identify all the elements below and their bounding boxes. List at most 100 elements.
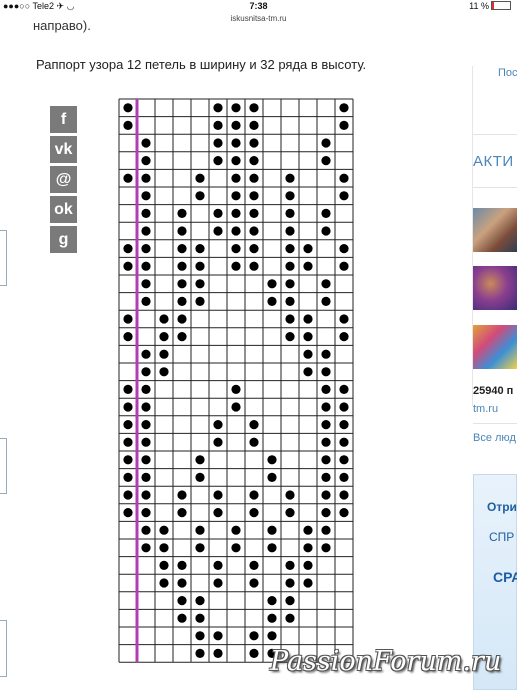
stitch-dot	[249, 437, 259, 447]
stitch-dot	[321, 508, 331, 518]
stitch-dot	[213, 120, 223, 130]
stitch-dot	[159, 525, 169, 535]
stitch-dot	[285, 279, 295, 289]
stitch-dot	[141, 490, 151, 500]
stitch-dot	[321, 296, 331, 306]
facebook-icon[interactable]: f	[50, 106, 77, 133]
stitch-dot	[339, 244, 349, 254]
stitch-dot	[141, 543, 151, 553]
stitch-dot	[303, 525, 313, 535]
battery-indicator: 11 %	[469, 1, 511, 11]
stitch-dot	[123, 314, 133, 324]
stitch-dot	[285, 244, 295, 254]
stitch-dot	[159, 332, 169, 342]
stitch-dot	[303, 578, 313, 588]
stitch-dot	[141, 208, 151, 218]
stitch-dot	[195, 279, 205, 289]
left-edge-fragment	[0, 438, 7, 494]
stitch-dot	[231, 525, 241, 535]
mail-icon[interactable]: @	[50, 166, 77, 193]
battery-icon	[491, 1, 511, 10]
stitch-dot	[177, 244, 187, 254]
stitch-dot	[123, 244, 133, 254]
stitch-dot	[141, 279, 151, 289]
stitch-dot	[141, 402, 151, 412]
stitch-dot	[141, 437, 151, 447]
stitch-dot	[159, 314, 169, 324]
stitch-dot	[285, 208, 295, 218]
stitch-dot	[177, 296, 187, 306]
stitch-dot	[321, 437, 331, 447]
all-people-link[interactable]: Все люд	[473, 432, 516, 444]
divider	[473, 187, 517, 188]
rapport-description: Раппорт узора 12 петель в ширину и 32 ря…	[36, 57, 367, 72]
stitch-dot	[267, 543, 277, 553]
site-link[interactable]: tm.ru	[473, 403, 498, 415]
avatar[interactable]	[473, 325, 517, 369]
stitch-dot	[303, 314, 313, 324]
stitch-dot	[123, 120, 133, 130]
stitch-dot	[141, 472, 151, 482]
stitch-dot	[339, 420, 349, 430]
stitch-dot	[195, 472, 205, 482]
stitch-dot	[123, 173, 133, 183]
status-bar: ●●●○○ Tele2 ✈ ◡ 7:38 11 %	[0, 0, 517, 14]
stitch-dot	[303, 349, 313, 359]
stitch-dot	[321, 543, 331, 553]
stitch-dot	[195, 261, 205, 271]
stitch-dot	[141, 244, 151, 254]
stitch-dot	[303, 560, 313, 570]
stitch-dot	[321, 138, 331, 148]
stitch-dot	[231, 402, 241, 412]
stitch-dot	[213, 490, 223, 500]
stitch-dot	[249, 173, 259, 183]
stitch-dot	[249, 490, 259, 500]
stitch-dot	[159, 560, 169, 570]
stitch-dot	[231, 138, 241, 148]
members-count: 25940 п	[473, 385, 514, 397]
stitch-dot	[141, 226, 151, 236]
stitch-dot	[159, 349, 169, 359]
knitting-chart: 3231302928272625242322212019181716151413…	[118, 98, 354, 663]
stitch-dot	[141, 349, 151, 359]
stitch-dot	[321, 367, 331, 377]
stitch-dot	[285, 314, 295, 324]
posts-link[interactable]: Пос	[498, 67, 517, 79]
stitch-dot	[339, 314, 349, 324]
stitch-dot	[285, 613, 295, 623]
stitch-dot	[339, 508, 349, 518]
left-edge-fragment	[0, 620, 7, 677]
stitch-dot	[267, 296, 277, 306]
stitch-dot	[123, 472, 133, 482]
stitch-dot	[249, 420, 259, 430]
stitch-dot	[321, 384, 331, 394]
stitch-dot	[285, 261, 295, 271]
stitch-dot	[177, 332, 187, 342]
avatar[interactable]	[473, 266, 517, 310]
stitch-dot	[249, 208, 259, 218]
stitch-dot	[123, 508, 133, 518]
avatar[interactable]	[473, 208, 517, 252]
activity-title: АКТИ	[473, 153, 514, 170]
ad-line: СПР	[489, 530, 515, 544]
stitch-dot	[195, 631, 205, 641]
clock: 7:38	[249, 1, 268, 11]
stitch-dot	[177, 578, 187, 588]
stitch-dot	[231, 244, 241, 254]
google-icon[interactable]: g	[50, 226, 77, 253]
vk-icon[interactable]: vk	[50, 136, 77, 163]
stitch-dot	[213, 226, 223, 236]
stitch-dot	[285, 332, 295, 342]
stitch-dot	[285, 173, 295, 183]
stitch-dot	[267, 631, 277, 641]
stitch-dot	[141, 525, 151, 535]
stitch-dot	[141, 296, 151, 306]
stitch-dot	[303, 244, 313, 254]
stitch-dot	[141, 138, 151, 148]
stitch-dot	[285, 596, 295, 606]
odnoklassniki-icon[interactable]: ok	[50, 196, 77, 223]
stitch-dot	[303, 332, 313, 342]
left-edge-fragment	[0, 230, 7, 286]
stitch-dot	[177, 208, 187, 218]
stitch-dot	[249, 631, 259, 641]
